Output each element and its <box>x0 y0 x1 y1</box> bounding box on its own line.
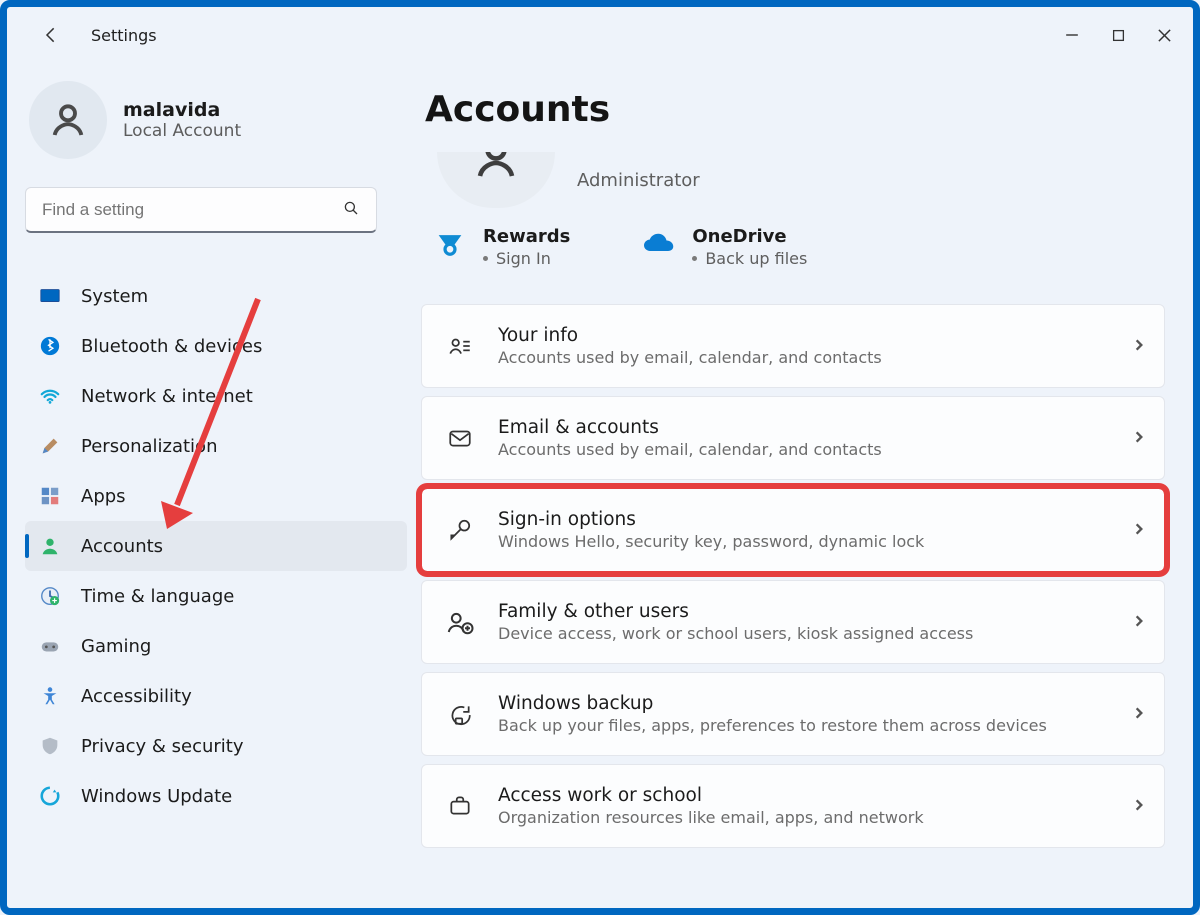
briefcase-icon <box>444 793 476 819</box>
chevron-right-icon <box>1132 705 1146 724</box>
chevron-right-icon <box>1132 337 1146 356</box>
backup-icon <box>444 701 476 727</box>
setting-title: Your info <box>498 325 1110 346</box>
profile-row: Administrator <box>437 152 1165 208</box>
chevron-right-icon <box>1132 613 1146 632</box>
sidebar-item-accessibility[interactable]: Accessibility <box>25 671 407 721</box>
setting-family-users[interactable]: Family & other users Device access, work… <box>421 580 1165 664</box>
titlebar: Settings <box>7 7 1193 63</box>
sidebar-item-bluetooth[interactable]: Bluetooth & devices <box>25 321 407 371</box>
onedrive-card[interactable]: OneDrive Back up files <box>640 226 807 268</box>
chevron-right-icon <box>1132 797 1146 816</box>
wifi-icon <box>39 385 61 407</box>
setting-work-school[interactable]: Access work or school Organization resou… <box>421 764 1165 848</box>
setting-windows-backup[interactable]: Windows backup Back up your files, apps,… <box>421 672 1165 756</box>
bluetooth-icon <box>39 335 61 357</box>
accessibility-icon <box>39 685 61 707</box>
sidebar-item-label: Network & internet <box>81 386 253 407</box>
main-content: Accounts Administrator Rewards Sign In <box>415 63 1193 908</box>
onedrive-icon <box>640 226 678 264</box>
sidebar-item-label: Windows Update <box>81 786 232 807</box>
your-info-icon <box>444 333 476 359</box>
sidebar-item-label: Personalization <box>81 436 217 457</box>
privacy-icon <box>39 735 61 757</box>
sidebar-item-system[interactable]: System <box>25 271 407 321</box>
user-card[interactable]: malavida Local Account <box>25 81 415 159</box>
sidebar-item-label: Bluetooth & devices <box>81 336 262 357</box>
close-button[interactable] <box>1141 12 1187 58</box>
setting-title: Family & other users <box>498 601 1110 622</box>
accounts-icon <box>39 535 61 557</box>
gaming-icon <box>39 635 61 657</box>
setting-title: Email & accounts <box>498 417 1110 438</box>
sidebar-item-label: Gaming <box>81 636 151 657</box>
sidebar-item-accounts[interactable]: Accounts <box>25 521 407 571</box>
time-icon <box>39 585 61 607</box>
system-icon <box>39 285 61 307</box>
setting-title: Access work or school <box>498 785 1110 806</box>
sidebar-item-label: Accounts <box>81 536 163 557</box>
setting-your-info[interactable]: Your info Accounts used by email, calend… <box>421 304 1165 388</box>
update-icon <box>39 785 61 807</box>
setting-title: Windows backup <box>498 693 1110 714</box>
sidebar-item-apps[interactable]: Apps <box>25 471 407 521</box>
back-button[interactable] <box>33 16 71 54</box>
sidebar-item-privacy[interactable]: Privacy & security <box>25 721 407 771</box>
search-field[interactable] <box>42 200 342 220</box>
onedrive-sub: Back up files <box>705 249 807 268</box>
avatar <box>29 81 107 159</box>
app-title: Settings <box>91 26 157 45</box>
nav: System Bluetooth & devices Network & int… <box>25 271 415 821</box>
family-icon <box>444 607 476 637</box>
sidebar-item-personalization[interactable]: Personalization <box>25 421 407 471</box>
sidebar-item-label: Apps <box>81 486 126 507</box>
page-title: Accounts <box>425 89 1165 130</box>
setting-sub: Accounts used by email, calendar, and co… <box>498 440 1110 459</box>
minimize-button[interactable] <box>1049 12 1095 58</box>
key-icon <box>444 517 476 543</box>
user-subtitle: Local Account <box>123 121 241 141</box>
onedrive-title: OneDrive <box>692 226 807 247</box>
sidebar-item-label: System <box>81 286 148 307</box>
maximize-button[interactable] <box>1095 12 1141 58</box>
search-icon <box>342 199 360 221</box>
setting-sub: Organization resources like email, apps,… <box>498 808 1110 827</box>
setting-sign-in-options[interactable]: Sign-in options Windows Hello, security … <box>421 488 1165 572</box>
sidebar-item-network[interactable]: Network & internet <box>25 371 407 421</box>
sidebar-item-label: Accessibility <box>81 686 192 707</box>
personalization-icon <box>39 435 61 457</box>
rewards-icon <box>431 226 469 264</box>
sidebar-item-windows-update[interactable]: Windows Update <box>25 771 407 821</box>
setting-sub: Windows Hello, security key, password, d… <box>498 532 1110 551</box>
setting-sub: Back up your files, apps, preferences to… <box>498 716 1110 735</box>
chevron-right-icon <box>1132 521 1146 540</box>
apps-icon <box>39 485 61 507</box>
sidebar-item-gaming[interactable]: Gaming <box>25 621 407 671</box>
chevron-right-icon <box>1132 429 1146 448</box>
user-name: malavida <box>123 99 241 121</box>
setting-title: Sign-in options <box>498 509 1110 530</box>
rewards-sub: Sign In <box>496 249 551 268</box>
sidebar: malavida Local Account System Bluetoot <box>25 63 415 908</box>
sidebar-item-label: Privacy & security <box>81 736 244 757</box>
search-input[interactable] <box>25 187 377 233</box>
email-icon <box>444 425 476 451</box>
profile-avatar <box>437 152 555 208</box>
setting-sub: Device access, work or school users, kio… <box>498 624 1110 643</box>
rewards-card[interactable]: Rewards Sign In <box>431 226 570 268</box>
rewards-title: Rewards <box>483 226 570 247</box>
setting-sub: Accounts used by email, calendar, and co… <box>498 348 1110 367</box>
profile-role: Administrator <box>577 170 700 191</box>
sidebar-item-label: Time & language <box>81 586 234 607</box>
sidebar-item-time-language[interactable]: Time & language <box>25 571 407 621</box>
setting-email-accounts[interactable]: Email & accounts Accounts used by email,… <box>421 396 1165 480</box>
